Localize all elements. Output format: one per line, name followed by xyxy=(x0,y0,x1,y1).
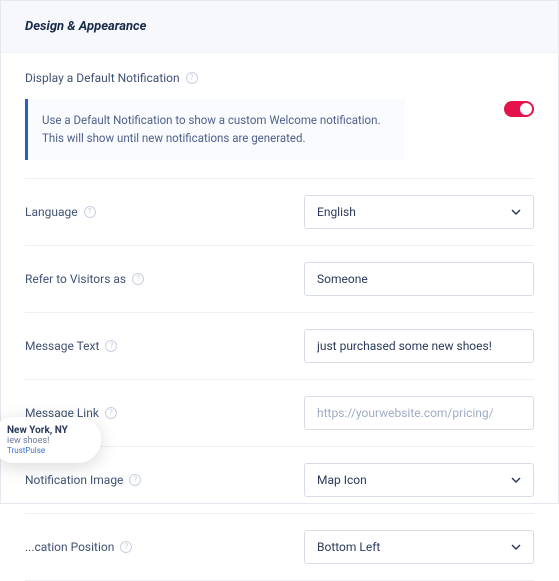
language-select[interactable]: English xyxy=(304,195,534,229)
notification-image-label-wrap: Notification Image ? xyxy=(25,473,141,487)
help-icon[interactable]: ? xyxy=(132,273,144,285)
language-label-wrap: Language ? xyxy=(25,205,96,219)
notification-position-label: ...cation Position xyxy=(25,540,114,554)
section-title: Design & Appearance xyxy=(25,19,534,34)
message-link-row: Message Link ? xyxy=(25,380,534,447)
default-notification-label: Display a Default Notification xyxy=(25,71,180,85)
language-value: English xyxy=(317,205,356,219)
notification-position-value: Bottom Left xyxy=(317,540,380,554)
message-link-input[interactable] xyxy=(317,406,521,420)
chevron-down-icon xyxy=(511,475,521,485)
default-notification-description: Use a Default Notification to show a cus… xyxy=(25,99,405,160)
help-icon[interactable]: ? xyxy=(84,206,96,218)
notification-preview: New York, NY iew shoes! TrustPulse xyxy=(0,417,101,463)
help-icon[interactable]: ? xyxy=(129,474,141,486)
message-link-input-wrap xyxy=(304,396,534,430)
section-header: Design & Appearance xyxy=(1,1,558,53)
refer-visitors-input[interactable] xyxy=(317,272,521,286)
message-text-input-wrap xyxy=(304,329,534,363)
notification-image-value: Map Icon xyxy=(317,473,367,487)
default-notification-row: Use a Default Notification to show a cus… xyxy=(25,99,534,160)
message-text-label: Message Text xyxy=(25,339,99,353)
settings-content: Display a Default Notification ? Use a D… xyxy=(1,53,558,581)
default-notification-toggle[interactable] xyxy=(504,101,534,117)
help-icon[interactable]: ? xyxy=(105,407,117,419)
refer-visitors-input-wrap xyxy=(304,262,534,296)
default-notification-label-row: Display a Default Notification ? xyxy=(25,71,534,85)
notification-position-select[interactable]: Bottom Left xyxy=(304,530,534,564)
notification-position-label-wrap: ...cation Position ? xyxy=(25,540,132,554)
preview-action: iew shoes! xyxy=(7,436,79,446)
notification-image-select[interactable]: Map Icon xyxy=(304,463,534,497)
notification-image-label: Notification Image xyxy=(25,473,123,487)
preview-brand: TrustPulse xyxy=(7,446,79,455)
language-label: Language xyxy=(25,205,78,219)
help-icon[interactable]: ? xyxy=(105,340,117,352)
chevron-down-icon xyxy=(511,542,521,552)
preview-location: New York, NY xyxy=(7,425,79,436)
message-text-label-wrap: Message Text ? xyxy=(25,339,117,353)
message-text-input[interactable] xyxy=(317,339,521,353)
refer-visitors-label-wrap: Refer to Visitors as ? xyxy=(25,272,144,286)
notification-position-row: ...cation Position ? Bottom Left xyxy=(25,514,534,581)
language-row: Language ? English xyxy=(25,179,534,246)
refer-visitors-label: Refer to Visitors as xyxy=(25,272,126,286)
chevron-down-icon xyxy=(511,207,521,217)
refer-visitors-row: Refer to Visitors as ? xyxy=(25,246,534,313)
help-icon[interactable]: ? xyxy=(120,541,132,553)
default-notification-section: Display a Default Notification ? Use a D… xyxy=(25,53,534,179)
message-text-row: Message Text ? xyxy=(25,313,534,380)
help-icon[interactable]: ? xyxy=(186,72,198,84)
